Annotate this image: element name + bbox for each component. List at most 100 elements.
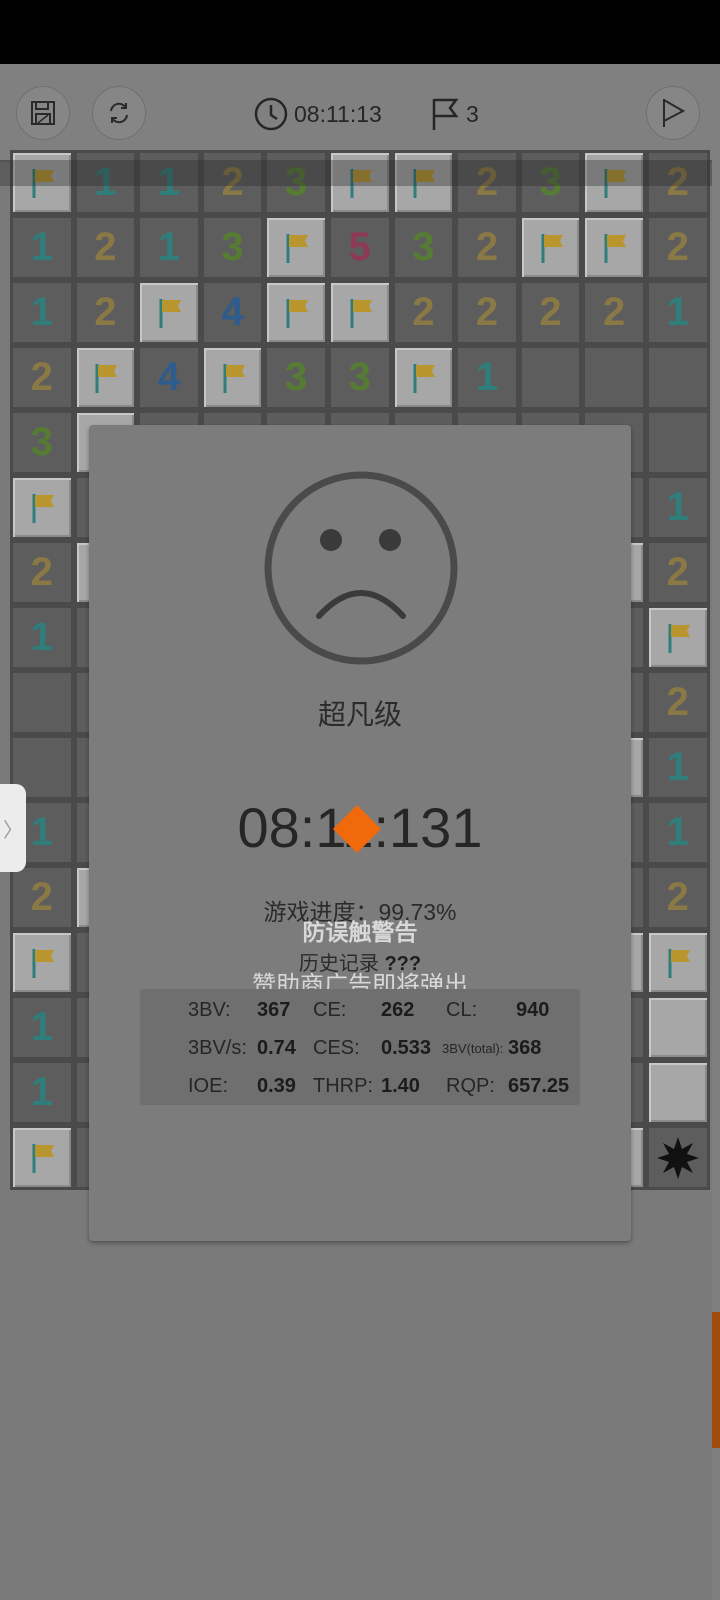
cell-number: 2 — [666, 550, 689, 594]
number-cell[interactable]: 1 — [645, 280, 710, 345]
revealed-empty-cell[interactable] — [10, 670, 74, 735]
number-cell[interactable]: 1 — [10, 605, 74, 670]
number-cell[interactable]: 3 — [391, 215, 456, 280]
flagged-cell[interactable] — [327, 280, 392, 345]
flagged-cell[interactable] — [264, 280, 328, 345]
cell-number: 3 — [348, 355, 371, 399]
play-button[interactable] — [646, 86, 700, 140]
mistouch-warning: 防误触警告 — [302, 919, 418, 945]
flag-icon — [159, 298, 181, 328]
cell-number: 1 — [666, 290, 689, 334]
revealed-empty-cell[interactable] — [518, 345, 583, 410]
cell-number: 3 — [412, 225, 435, 269]
flagged-cell[interactable] — [200, 345, 265, 410]
number-cell[interactable]: 4 — [200, 280, 265, 345]
chevron-right-icon: 〉 — [3, 819, 23, 842]
stats-panel: 3BV: 367 CE: 262 CL: 940 3BV/s: 0.74 CES… — [140, 989, 580, 1105]
stat-label-ce: CE: — [313, 999, 347, 1021]
cell-number: 2 — [94, 290, 117, 334]
covered-cell[interactable] — [645, 1060, 710, 1125]
cell-number: 1 — [666, 810, 689, 854]
revealed-empty-cell[interactable] — [645, 410, 710, 475]
stat-label-cl: CL: — [446, 999, 478, 1021]
number-cell[interactable]: 1 — [137, 215, 201, 280]
cell-number: 1 — [30, 290, 53, 334]
number-cell[interactable]: 1 — [10, 1060, 74, 1125]
stat-value-cl: 940 — [516, 999, 550, 1021]
stat-value-3bv-total: 368 — [508, 1037, 542, 1059]
timer-text: 08:11:13 — [294, 100, 382, 127]
covered-cell[interactable] — [645, 995, 710, 1060]
number-cell[interactable]: 2 — [455, 280, 519, 345]
restart-button[interactable] — [92, 86, 146, 140]
revealed-empty-cell[interactable] — [582, 345, 646, 410]
number-cell[interactable]: 3 — [10, 410, 74, 475]
flagged-cell[interactable] — [73, 345, 138, 410]
cell-number: 2 — [412, 290, 435, 334]
flagged-cell[interactable] — [582, 215, 646, 280]
revealed-empty-cell[interactable] — [645, 345, 710, 410]
number-cell[interactable]: 3 — [264, 345, 328, 410]
mine-cell[interactable] — [645, 1125, 710, 1190]
cell-number: 2 — [475, 290, 499, 334]
stat-value-thrp: 1.40 — [381, 1075, 420, 1097]
flagged-cell[interactable] — [10, 1125, 74, 1190]
cell-number: 2 — [603, 290, 626, 334]
flagged-cell[interactable] — [645, 605, 710, 670]
number-cell[interactable]: 2 — [10, 865, 74, 930]
cell-number: 1 — [30, 1005, 53, 1049]
number-cell[interactable]: 3 — [200, 215, 265, 280]
number-cell[interactable]: 2 — [73, 215, 138, 280]
flag-icon — [32, 493, 54, 523]
number-cell[interactable]: 1 — [645, 800, 710, 865]
flagged-cell[interactable] — [10, 475, 74, 540]
scrollbar-thumb[interactable] — [712, 1312, 720, 1448]
side-drawer-handle[interactable]: 〉 — [0, 784, 26, 872]
cell-number: 1 — [475, 355, 499, 399]
cell-number: 2 — [94, 225, 117, 269]
cell-number: 1 — [30, 810, 53, 854]
number-cell[interactable]: 4 — [137, 345, 201, 410]
number-cell[interactable]: 2 — [455, 215, 519, 280]
number-cell[interactable]: 1 — [455, 345, 519, 410]
flagged-cell[interactable] — [391, 345, 456, 410]
number-cell[interactable]: 2 — [73, 280, 138, 345]
number-cell[interactable]: 2 — [391, 280, 456, 345]
number-cell[interactable]: 1 — [10, 215, 74, 280]
stat-value-ioe: 0.39 — [257, 1075, 296, 1097]
number-cell[interactable]: 2 — [582, 280, 646, 345]
flagged-cell[interactable] — [645, 930, 710, 995]
flag-outline-icon — [432, 98, 459, 130]
number-cell[interactable]: 2 — [10, 540, 74, 605]
flag-icon — [668, 623, 690, 653]
number-cell[interactable]: 2 — [10, 345, 74, 410]
number-cell[interactable]: 2 — [645, 670, 710, 735]
number-cell[interactable]: 1 — [10, 280, 74, 345]
number-cell[interactable]: 2 — [645, 215, 710, 280]
cell-number: 5 — [348, 225, 371, 269]
cell-number: 1 — [30, 615, 53, 659]
restart-icon — [110, 102, 128, 124]
flag-icon — [413, 363, 436, 393]
number-cell[interactable]: 1 — [645, 475, 710, 540]
flag-icon — [350, 298, 372, 328]
number-cell[interactable]: 1 — [10, 995, 74, 1060]
stat-value-ce: 262 — [381, 999, 415, 1021]
save-button[interactable] — [16, 86, 70, 140]
stat-value-ces: 0.533 — [381, 1037, 432, 1059]
flag-icon — [32, 948, 54, 978]
number-cell[interactable]: 3 — [327, 345, 392, 410]
number-cell[interactable]: 1 — [645, 735, 710, 800]
cell-number: 3 — [30, 420, 53, 464]
number-cell[interactable]: 2 — [518, 280, 583, 345]
flagged-cell[interactable] — [264, 215, 328, 280]
flag-count: 3 — [466, 100, 479, 127]
stat-label-3bv-total: 3BV(total): — [442, 1041, 504, 1056]
flagged-cell[interactable] — [10, 930, 74, 995]
number-cell[interactable]: 5 — [327, 215, 392, 280]
flagged-cell[interactable] — [137, 280, 201, 345]
flagged-cell[interactable] — [518, 215, 583, 280]
cell-number: 1 — [666, 745, 689, 789]
number-cell[interactable]: 2 — [645, 865, 710, 930]
number-cell[interactable]: 2 — [645, 540, 710, 605]
